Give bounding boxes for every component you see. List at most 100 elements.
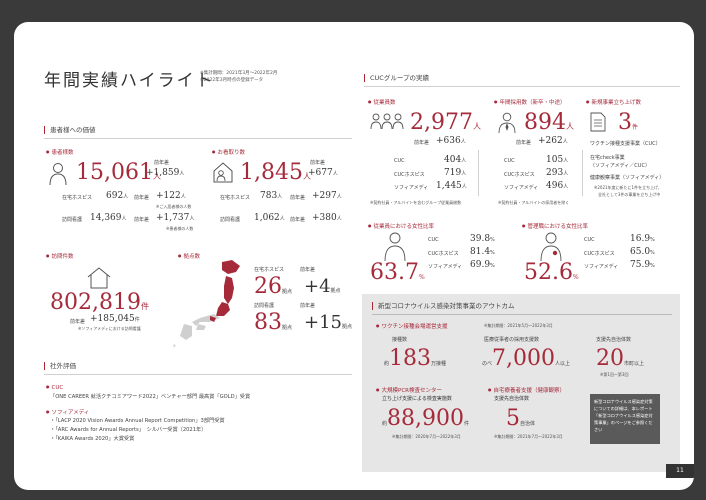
patients-row-value: 692人 <box>106 191 129 201</box>
external-award-item: ・「KAIKA Awards 2020」大賞受賞 <box>50 436 135 442</box>
employees-row-label: ソフィアメディ <box>394 185 429 191</box>
female-mgr-row-label: CUC <box>584 237 595 243</box>
female-emp-row-label: CUCホスピス <box>428 251 459 257</box>
patients-row-yoy-label: 前年差 <box>134 195 150 201</box>
visits-yoy-value: +185,045件 <box>90 314 140 324</box>
employees-row-value: 404人 <box>444 155 467 165</box>
new-business-note: ※2021年度に新たに1件を立ち上げ、 <box>594 185 662 190</box>
external-sophia-label: ソフィアメディ <box>46 408 90 416</box>
japan-map-icon <box>170 260 240 347</box>
employees-row-label: CUCホスピス <box>394 172 425 178</box>
visits-label: 訪問件数 <box>46 252 74 260</box>
stat-note: ※第1回〜第3回 <box>600 372 629 377</box>
loc-row-yoy-label: 前年差 <box>300 267 316 273</box>
divider <box>364 86 680 87</box>
hires-row-label: CUC <box>504 158 515 164</box>
loc-row-value: 26拠点 <box>254 274 293 299</box>
house-icon <box>87 267 111 289</box>
farewell-row-yoy: +380人 <box>312 213 342 223</box>
hires-row-value: 496人 <box>546 181 569 191</box>
visits-yoy-label: 前年差 <box>70 319 86 325</box>
female-emp-row-label: ソフィアメディ <box>428 264 463 270</box>
farewell-row-label: 在宅ホスピス <box>220 195 251 201</box>
corona-section-title: 新型コロナウイルス感染対策事業のアウトカム <box>372 302 515 310</box>
stat-value: 約183万接種 <box>384 346 447 371</box>
pcr-label-2: 立ち上げ支援による検査実施数 <box>382 396 452 402</box>
employees-row-value: 1,445人 <box>436 181 467 191</box>
female-emp-row-value: 69.9% <box>470 260 495 270</box>
external-section-title: 社外評価 <box>44 362 76 370</box>
employees-label: 従業員数 <box>368 98 396 106</box>
page-title: 年間実績ハイライト <box>44 71 215 91</box>
patients-section-title: 患者様への価値 <box>44 126 96 134</box>
pcr-value: 約88,900件 <box>382 406 470 431</box>
home-support-label: 自宅療養者支援（健康観察） <box>488 386 566 394</box>
hires-note: ※契約社員・アルバイトの採用者を除く <box>498 200 570 205</box>
new-business-value: 3件 <box>618 110 639 135</box>
female-mgr-row-label: CUCホスピス <box>584 251 615 257</box>
corona-box <box>362 294 680 472</box>
person-icon <box>49 163 67 186</box>
page-number: 11 <box>666 464 694 478</box>
external-award-item: ・「LACP 2020 Vision Awards Annual Report … <box>50 418 225 424</box>
farewell-row-yoy: +297人 <box>312 191 342 201</box>
female-mgr-row-label: ソフィアメディ <box>584 264 619 270</box>
external-award-item: ・「ARC Awards for Annual Reports」 シルバー受賞（… <box>50 427 207 433</box>
home-support-period: ※集計期間：2021年7月〜2022年3月 <box>494 434 563 439</box>
divider <box>44 138 352 139</box>
new-business-item: 健康観察事業（ソフィアメディ） <box>590 175 665 181</box>
female-emp-row-value: 81.4% <box>470 247 495 257</box>
new-business-note: 全社として3件の事業を立ち上げ中 <box>598 192 661 197</box>
patients-row-yoy: +1,737人 <box>156 213 195 223</box>
female-managers-label: 管理職における女性比率 <box>522 222 589 230</box>
document-icon <box>590 112 606 132</box>
employees-row-label: CUC <box>394 158 405 164</box>
patients-row-value: 14,369人 <box>90 213 127 223</box>
employees-row-value: 719人 <box>444 168 467 178</box>
period-note: ※集計期間：2021年3月〜2022年2月 ※2022年3月時点の登録データ <box>200 71 278 83</box>
external-cuc-label: CUC <box>46 384 64 391</box>
divider <box>478 150 479 196</box>
divider <box>372 314 672 315</box>
employees-yoy-label: 前年差 <box>414 140 430 146</box>
patients-row-yoy: +122人 <box>156 191 186 201</box>
hires-label: 年間採用数（新卒・中途） <box>494 98 566 106</box>
pcr-label: 大規模PCR検査センター <box>376 386 442 394</box>
employees-note: ※契約社員・アルバイトを含むグループ従業員総数 <box>370 200 462 205</box>
vaccine-period: ※集計期間：2021年5月〜2022年3月 <box>484 323 553 328</box>
divider <box>44 374 352 375</box>
home-support-label-2: 支援先自治体数 <box>494 396 530 402</box>
hires-row-label: CUCホスピス <box>504 172 535 178</box>
divider <box>582 150 583 196</box>
farewell-label: お看取り数 <box>212 148 246 156</box>
employees-yoy-value: +636人 <box>436 136 466 146</box>
stat-label: 医療従事者の採用支援数 <box>484 337 540 343</box>
corona-side-note: 新型コロナウイルス感染症対策についての詳細は、本レポート「新型コロナウイルス感染… <box>590 394 660 444</box>
female-emp-row-label: CUC <box>428 237 439 243</box>
patients-row-label: 在宅ホスピス <box>62 195 93 201</box>
report-page: 年間実績ハイライト ※集計期間：2021年3月〜2022年2月 ※2022年3月… <box>14 22 694 490</box>
farewell-yoy-label: 前年差 <box>310 160 326 166</box>
person-tie-icon <box>498 112 516 134</box>
loc-row-yoy: +15拠点 <box>304 312 353 333</box>
patients-yoy-value: +1,859人 <box>146 168 185 178</box>
patients-yoy-label: 前年差 <box>154 160 170 166</box>
hires-row-label: ソフィアメディ <box>504 185 539 191</box>
female-mgr-row-value: 65.0% <box>630 247 655 257</box>
loc-row-yoy: +4拠点 <box>304 276 341 297</box>
female-mgr-row-value: 16.9% <box>630 234 655 244</box>
stat-value: のべ7,000人以上 <box>482 346 571 371</box>
employees-value: 2,977人 <box>410 110 481 135</box>
group-icon <box>370 113 404 130</box>
visits-note: ※ソフィアメディにおける訪問看護 <box>78 326 141 331</box>
home-care-icon <box>213 162 233 183</box>
new-business-item: 在宅check事業 <box>590 155 625 161</box>
new-business-label: 新規事業立ち上げ数 <box>586 98 642 106</box>
new-business-item: ワクチン接種支援事業（CUC） <box>590 141 661 147</box>
farewell-value: 1,845人 <box>240 160 311 185</box>
female-emp-row-value: 39.8% <box>470 234 495 244</box>
farewell-row-yoy-label: 前年差 <box>290 195 306 201</box>
loc-row-value: 83拠点 <box>254 310 293 335</box>
patients-row-note: ※ご入居者様の人数 <box>156 204 192 209</box>
farewell-row-label: 訪問看護 <box>220 217 241 223</box>
